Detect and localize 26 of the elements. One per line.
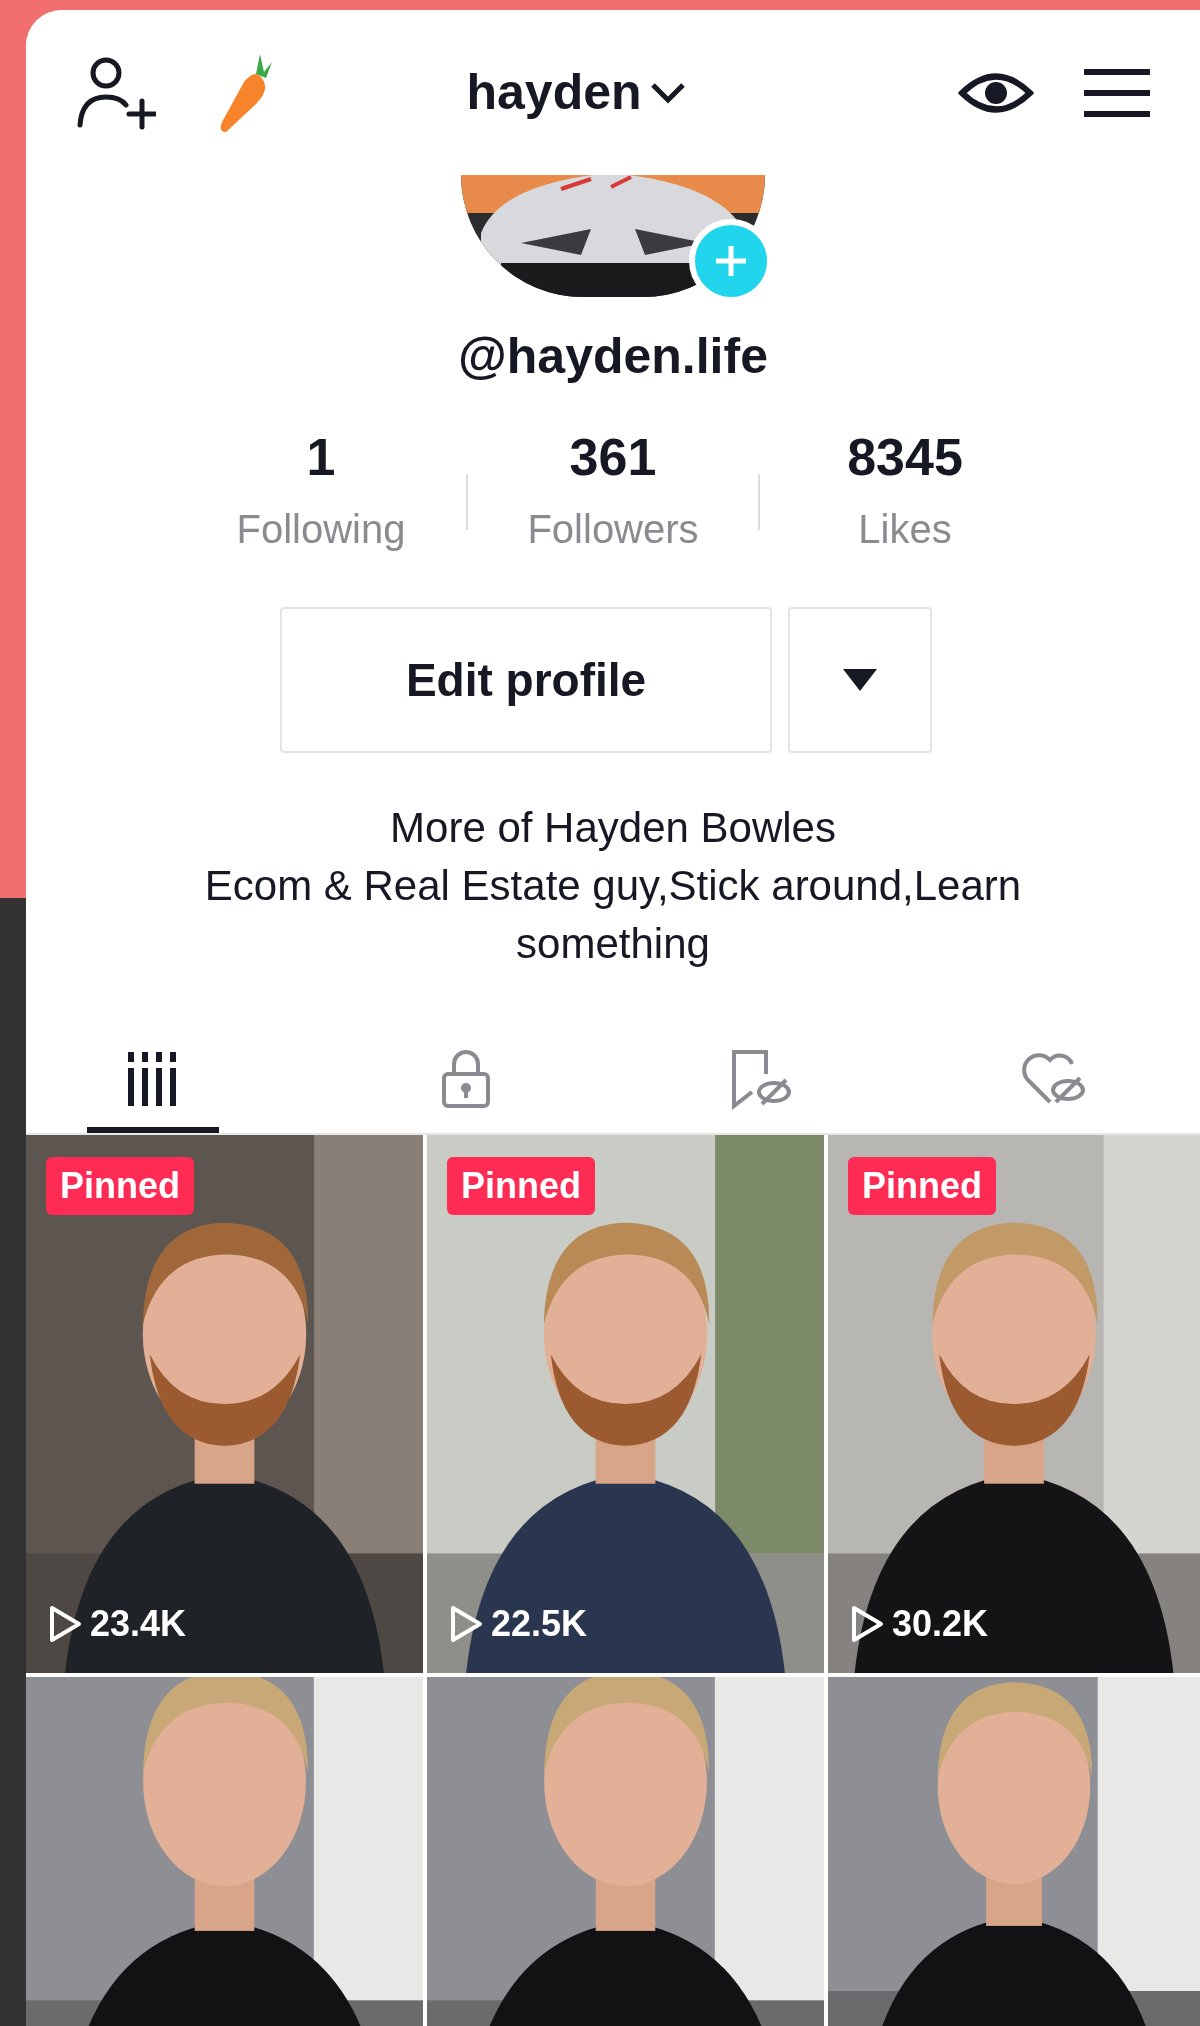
- menu-icon[interactable]: [1084, 67, 1150, 118]
- play-icon: [850, 1605, 884, 1643]
- account-switcher[interactable]: hayden: [466, 55, 686, 130]
- stat-label: Following: [236, 509, 406, 549]
- edit-profile-button[interactable]: Edit profile: [280, 607, 772, 753]
- pinned-badge: Pinned: [46, 1157, 194, 1215]
- play-icon: [48, 1605, 82, 1643]
- pinned-badge: Pinned: [447, 1157, 595, 1215]
- view-count: 23.4K: [90, 1602, 187, 1646]
- grid-icon: [126, 1052, 179, 1106]
- stat-label: Likes: [858, 509, 952, 549]
- play-icon: [449, 1605, 483, 1643]
- view-count: 30.2K: [892, 1602, 989, 1646]
- caret-icon: [843, 669, 877, 691]
- lock-icon: [440, 1048, 493, 1110]
- bio-text: More of Hayden Bowles: [390, 803, 836, 853]
- username: @hayden.life: [458, 331, 768, 381]
- pinned-badge: Pinned: [848, 1157, 996, 1215]
- stat-value: 1: [306, 431, 336, 483]
- plus-icon: [714, 244, 748, 278]
- view-count: 22.5K: [491, 1602, 588, 1646]
- stat-value: 8345: [847, 431, 963, 483]
- chevron-down-icon: [649, 80, 686, 105]
- bio-text: Ecom & Real Estate guy,Stick around,Learn something: [203, 861, 1023, 969]
- stat-value: 361: [569, 431, 657, 483]
- stat-label: Followers: [527, 509, 699, 549]
